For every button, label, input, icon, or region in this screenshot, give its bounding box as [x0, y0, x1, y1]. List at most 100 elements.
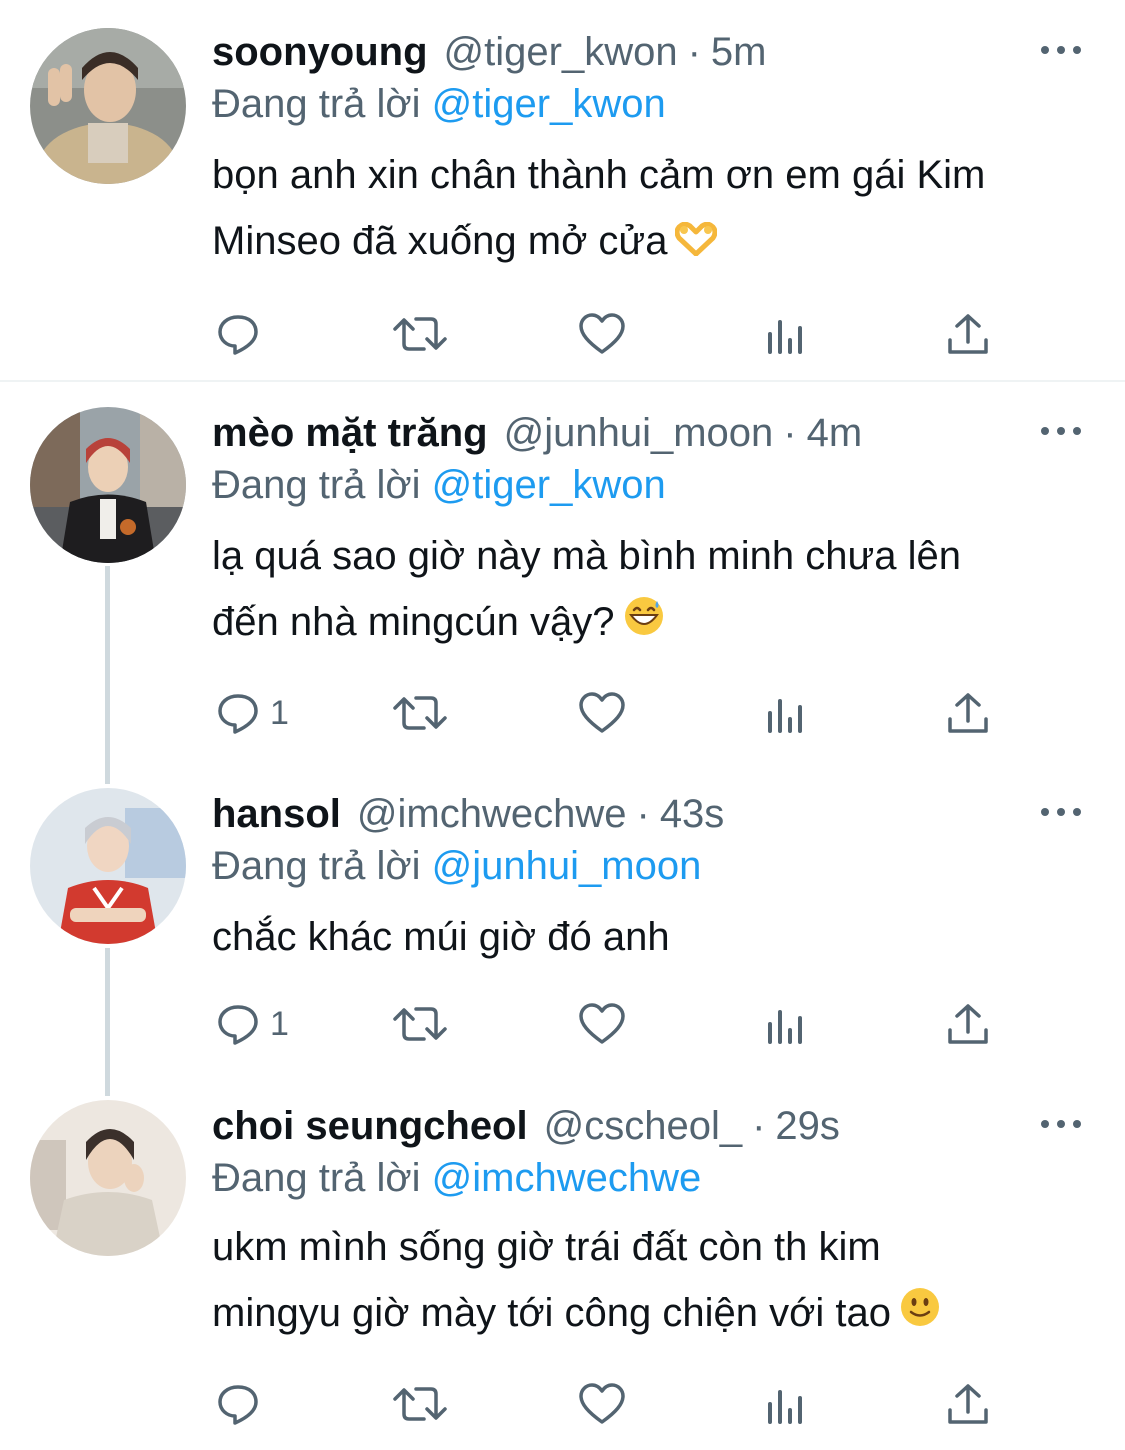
- tweet-header: hansol @imchwechwe · 43s: [212, 786, 724, 842]
- avatar[interactable]: [30, 1100, 186, 1256]
- timestamp[interactable]: 43s: [660, 786, 725, 842]
- replying-to-mention[interactable]: @tiger_kwon: [432, 82, 666, 126]
- timestamp[interactable]: 29s: [775, 1098, 840, 1154]
- avatar[interactable]: [30, 788, 186, 944]
- replying-to-label: Đang trả lời: [212, 1156, 421, 1200]
- more-icon[interactable]: [1041, 1112, 1081, 1136]
- tweet-header: choi seungcheol @cscheol_ · 29s: [212, 1098, 840, 1154]
- tweet[interactable]: hansol @imchwechwe · 43s Đang trả lời @j…: [0, 786, 1125, 1086]
- reply-count: 1: [270, 1004, 289, 1043]
- tweet-text-line-wrap: Minseo đã xuống mở cửa: [212, 208, 1092, 276]
- tweet[interactable]: choi seungcheol @cscheol_ · 29s Đang trả…: [0, 1098, 1125, 1448]
- avatar[interactable]: [30, 407, 186, 563]
- display-name[interactable]: hansol: [212, 786, 341, 842]
- avatar[interactable]: [30, 28, 186, 184]
- replying-to-mention[interactable]: @junhui_moon: [432, 844, 702, 888]
- views-button[interactable]: [766, 683, 806, 743]
- timestamp[interactable]: 4m: [807, 405, 863, 461]
- separator-dot: ·: [687, 30, 701, 74]
- reply-button[interactable]: 1: [216, 994, 289, 1054]
- tweet-text: ukm mình sống giờ trái đất còn th kim mi…: [212, 1214, 1092, 1348]
- replying-to-label: Đang trả lời: [212, 82, 421, 126]
- more-icon[interactable]: [1041, 38, 1081, 62]
- replying-to: Đang trả lời @imchwechwe: [212, 1150, 701, 1206]
- share-icon: [948, 1384, 988, 1424]
- grinning-sweat-emoji: [623, 591, 665, 657]
- share-button[interactable]: [946, 1374, 990, 1434]
- action-bar: 1: [212, 994, 1012, 1054]
- separator-dot: ·: [783, 411, 797, 455]
- tweet-divider: [0, 380, 1125, 382]
- retweet-button[interactable]: [392, 994, 448, 1054]
- views-icon: [768, 1010, 802, 1044]
- tweet-text-line: bọn anh xin chân thành cảm ơn em gái Kim: [212, 153, 986, 197]
- tweet-text-line: đến nhà mingcún vậy?: [212, 600, 615, 644]
- retweet-icon: [393, 317, 447, 351]
- tweet-text-line-wrap: đến nhà mingcún vậy?: [212, 589, 1092, 657]
- retweet-button[interactable]: [392, 1374, 448, 1434]
- views-icon: [768, 1390, 802, 1424]
- tweet-text-line-wrap: mingyu giờ mày tới công chiện với tao: [212, 1280, 1092, 1348]
- tweet-text-line: Minseo đã xuống mở cửa: [212, 219, 668, 263]
- retweet-button[interactable]: [392, 683, 448, 743]
- more-icon[interactable]: [1041, 419, 1081, 443]
- share-button[interactable]: [946, 683, 990, 743]
- views-icon: [768, 320, 802, 354]
- like-button[interactable]: [578, 1374, 626, 1434]
- reply-button[interactable]: [216, 1374, 270, 1434]
- views-icon: [768, 699, 802, 733]
- tweet[interactable]: mèo mặt trăng @junhui_moon · 4m Đang trả…: [0, 405, 1125, 775]
- replying-to-mention[interactable]: @imchwechwe: [432, 1156, 702, 1200]
- tweet-text-line: ukm mình sống giờ trái đất còn th kim: [212, 1225, 881, 1269]
- like-icon: [579, 313, 625, 354]
- share-icon: [948, 693, 988, 733]
- share-icon: [948, 1004, 988, 1044]
- more-icon[interactable]: [1041, 800, 1081, 824]
- share-icon: [948, 314, 988, 354]
- replying-to-mention[interactable]: @tiger_kwon: [432, 463, 666, 507]
- display-name[interactable]: soonyoung: [212, 24, 428, 80]
- reply-button[interactable]: [216, 304, 270, 364]
- retweet-button[interactable]: [392, 304, 448, 364]
- reply-count: 1: [270, 693, 289, 732]
- tweet[interactable]: soonyoung @tiger_kwon · 5m Đang trả lời …: [0, 24, 1125, 374]
- display-name[interactable]: mèo mặt trăng: [212, 405, 488, 461]
- separator-dot: ·: [636, 792, 650, 836]
- retweet-icon: [393, 1007, 447, 1041]
- display-name[interactable]: choi seungcheol: [212, 1098, 528, 1154]
- user-handle[interactable]: @imchwechwe: [357, 786, 627, 842]
- reply-button[interactable]: 1: [216, 683, 289, 743]
- views-button[interactable]: [766, 994, 806, 1054]
- tweet-text: lạ quá sao giờ này mà bình minh chưa lên…: [212, 523, 1092, 657]
- like-button[interactable]: [578, 304, 626, 364]
- tweet-header: mèo mặt trăng @junhui_moon · 4m: [212, 405, 862, 461]
- action-bar: [212, 1374, 1012, 1434]
- views-button[interactable]: [766, 304, 806, 364]
- tweet-text-line: lạ quá sao giờ này mà bình minh chưa lên: [212, 534, 962, 578]
- reply-icon: [218, 1385, 258, 1425]
- like-button[interactable]: [578, 683, 626, 743]
- like-icon: [579, 1003, 625, 1044]
- tweet-text-line: chắc khác múi giờ đó anh: [212, 915, 670, 959]
- user-handle[interactable]: @tiger_kwon: [444, 24, 678, 80]
- replying-to: Đang trả lời @junhui_moon: [212, 838, 701, 894]
- user-handle[interactable]: @cscheol_: [544, 1098, 742, 1154]
- heart-hands-emoji: [674, 210, 718, 276]
- user-handle[interactable]: @junhui_moon: [504, 405, 774, 461]
- action-bar: 1: [212, 683, 1012, 743]
- tweet-header: soonyoung @tiger_kwon · 5m: [212, 24, 766, 80]
- tweet-text: chắc khác múi giờ đó anh: [212, 904, 1092, 970]
- replying-to: Đang trả lời @tiger_kwon: [212, 76, 666, 132]
- reply-icon: [218, 315, 258, 355]
- retweet-icon: [393, 696, 447, 730]
- share-button[interactable]: [946, 304, 990, 364]
- views-button[interactable]: [766, 1374, 806, 1434]
- action-bar: [212, 304, 1012, 364]
- tweet-text: bọn anh xin chân thành cảm ơn em gái Kim…: [212, 142, 1092, 276]
- like-icon: [579, 692, 625, 733]
- share-button[interactable]: [946, 994, 990, 1054]
- timestamp[interactable]: 5m: [711, 24, 767, 80]
- like-button[interactable]: [578, 994, 626, 1054]
- tweet-text-line: mingyu giờ mày tới công chiện với tao: [212, 1291, 891, 1335]
- reply-icon: [218, 694, 258, 734]
